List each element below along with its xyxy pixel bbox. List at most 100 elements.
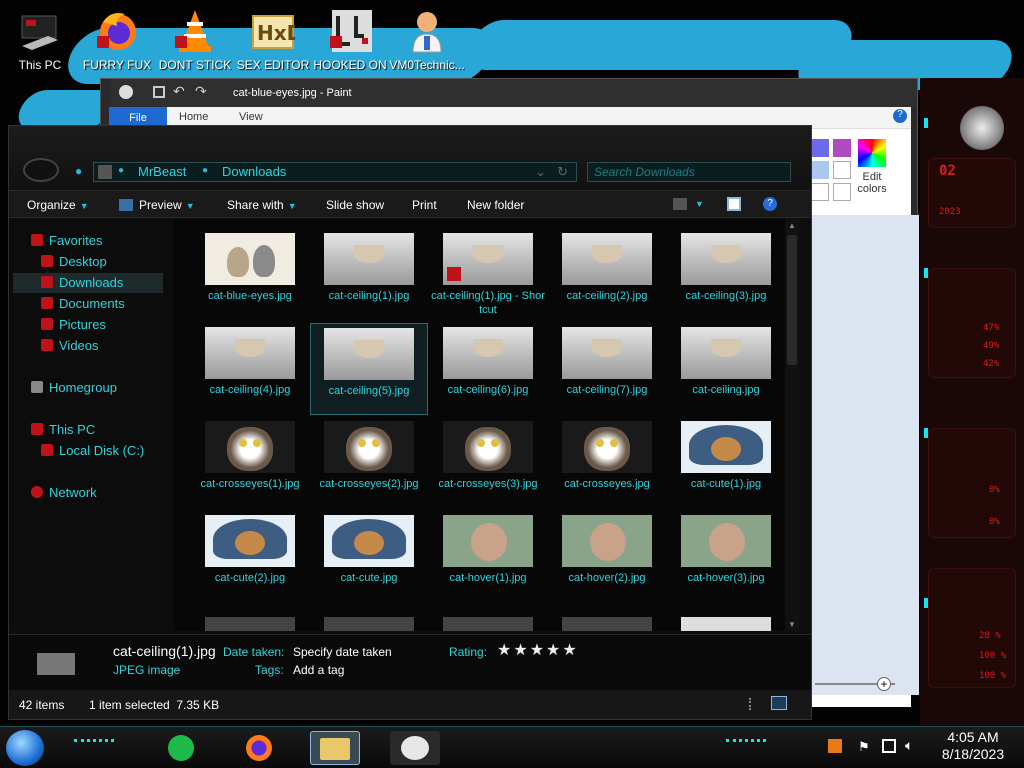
tray-app-icon[interactable] <box>828 739 842 753</box>
slide-show-button[interactable]: Slide show <box>326 198 384 212</box>
preview-pane-icon[interactable] <box>727 197 741 211</box>
file-tile[interactable]: cat-crosseyes.jpg <box>548 417 666 509</box>
file-tile[interactable]: cat-hover(2).jpg <box>548 511 666 603</box>
nav-documents[interactable]: Documents <box>41 296 125 311</box>
taskbar-app-paint[interactable] <box>390 731 440 765</box>
file-tile[interactable]: cat-ceiling(3).jpg <box>667 229 785 321</box>
file-list[interactable]: cat-blue-eyes.jpg cat-ceiling(1).jpg cat-c… <box>173 219 785 631</box>
vertical-scrollbar[interactable]: ▲ ▼ <box>785 219 799 631</box>
taskbar-app-notes[interactable] <box>158 731 204 765</box>
desktop-icon-this-pc[interactable]: This PC <box>2 4 78 72</box>
new-folder-button[interactable]: New folder <box>467 198 524 212</box>
desktop-icon-sex-editor[interactable]: HxD SEX EDITOR <box>235 4 311 72</box>
refresh-icon[interactable]: ↻ <box>557 164 568 180</box>
scrollbar-thumb[interactable] <box>787 235 797 365</box>
preview-button[interactable]: Preview ▼ <box>119 198 195 212</box>
nav-downloads[interactable]: Downloads <box>41 275 123 290</box>
edit-colors-button[interactable]: Edit colors <box>853 139 891 201</box>
desktop-icon-hooked-on[interactable]: HOOKED ON <box>312 4 388 72</box>
back-button[interactable] <box>23 158 59 182</box>
taskbar-app-firefox[interactable] <box>236 731 282 765</box>
scroll-up-icon[interactable]: ▲ <box>788 221 796 230</box>
file-tile[interactable]: cat-ceiling(5).jpg <box>310 323 428 415</box>
file-tile[interactable]: cat-hover(1).jpg <box>429 511 547 603</box>
help-icon[interactable]: ? <box>763 197 777 211</box>
details-view-icon[interactable] <box>749 698 753 710</box>
file-tile[interactable]: cat-ceiling.jpg <box>667 323 785 415</box>
nav-this-pc[interactable]: This PC <box>31 422 95 437</box>
color-swatch[interactable] <box>833 139 851 157</box>
file-tile[interactable]: cat-cute.jpg <box>310 511 428 603</box>
tags-field[interactable]: Add a tag <box>293 663 344 677</box>
file-tile-partial[interactable] <box>205 617 295 631</box>
file-tile-partial[interactable] <box>443 617 533 631</box>
file-tile[interactable]: cat-ceiling(1).jpg <box>310 229 428 321</box>
paint-tab-view[interactable]: View <box>239 111 263 123</box>
nav-desktop[interactable]: Desktop <box>41 254 107 269</box>
file-name: cat-crosseyes(3).jpg <box>438 478 538 490</box>
network-tray-icon[interactable] <box>882 739 896 753</box>
flag-icon[interactable]: ⚑ <box>858 739 870 755</box>
file-tile[interactable]: cat-ceiling(1).jpg - Shortcut <box>429 229 547 321</box>
undo-icon[interactable]: ↶ <box>173 83 185 100</box>
file-tile[interactable]: cat-cute(2).jpg <box>191 511 309 603</box>
print-button[interactable]: Print <box>412 198 437 212</box>
forward-dot-icon[interactable]: ● <box>75 164 82 178</box>
file-tile-partial[interactable] <box>681 617 771 631</box>
file-tile[interactable]: cat-ceiling(7).jpg <box>548 323 666 415</box>
color-swatch[interactable] <box>811 183 829 201</box>
paint-tab-home[interactable]: Home <box>179 111 208 123</box>
file-tile[interactable]: cat-hover(3).jpg <box>667 511 785 603</box>
zoom-in-icon[interactable]: + <box>877 677 891 691</box>
scroll-down-icon[interactable]: ▼ <box>788 620 796 629</box>
redo-icon[interactable]: ↷ <box>195 83 207 100</box>
address-bar[interactable]: ● MrBeast ● Downloads ⌄ ↻ <box>93 162 577 182</box>
file-tile[interactable]: cat-blue-eyes.jpg <box>191 229 309 321</box>
file-tile-partial[interactable] <box>324 617 414 631</box>
search-input[interactable]: Search Downloads <box>587 162 791 182</box>
breadcrumb-downloads[interactable]: Downloads <box>222 164 286 179</box>
image-thumbnail <box>443 233 533 285</box>
share-with-button[interactable]: Share with ▼ <box>227 198 297 212</box>
nav-favorites[interactable]: Favorites <box>31 233 102 248</box>
save-icon[interactable] <box>153 86 165 98</box>
file-tile[interactable]: cat-crosseyes(2).jpg <box>310 417 428 509</box>
chevron-down-icon[interactable]: ⌄ <box>535 164 546 180</box>
file-tile[interactable]: cat-ceiling(4).jpg <box>191 323 309 415</box>
nav-pictures[interactable]: Pictures <box>41 317 106 332</box>
volume-icon[interactable]: 🔈︎ <box>905 737 913 754</box>
large-icons-view-icon[interactable] <box>771 696 787 710</box>
explorer-window[interactable]: ● ● MrBeast ● Downloads ⌄ ↻ Search Downl… <box>8 125 812 720</box>
file-tile[interactable]: cat-crosseyes(3).jpg <box>429 417 547 509</box>
paint-titlebar[interactable]: ↶ ↷ cat-blue-eyes.jpg - Paint <box>111 79 917 107</box>
desktop-icon-furry-fux[interactable]: FURRY FUX <box>79 4 155 72</box>
desktop-icon-dont-stick[interactable]: DONT STICK <box>157 4 233 72</box>
file-tile-partial[interactable] <box>562 617 652 631</box>
nav-videos[interactable]: Videos <box>41 338 99 353</box>
nav-label: Documents <box>59 296 125 311</box>
explorer-titlebar[interactable]: ● ● MrBeast ● Downloads ⌄ ↻ Search Downl… <box>9 126 811 190</box>
file-tile[interactable]: cat-cute(1).jpg <box>667 417 785 509</box>
taskbar-app-explorer[interactable] <box>310 731 360 765</box>
color-swatch[interactable] <box>833 183 851 201</box>
color-swatch[interactable] <box>811 161 829 179</box>
start-button[interactable] <box>6 730 44 766</box>
nav-network[interactable]: Network <box>31 485 97 500</box>
organize-button[interactable]: Organize ▼ <box>27 198 89 212</box>
chevron-down-icon[interactable]: ▼ <box>695 199 704 209</box>
nav-local-disk[interactable]: Local Disk (C:) <box>41 443 144 458</box>
help-icon[interactable]: ? <box>893 109 907 123</box>
clock[interactable]: 4:05 AM 8/18/2023 <box>926 729 1020 763</box>
breadcrumb-mrbeast[interactable]: MrBeast <box>138 164 186 179</box>
file-tile[interactable]: cat-ceiling(2).jpg <box>548 229 666 321</box>
color-swatch[interactable] <box>811 139 829 157</box>
desktop-icon-vm0technic[interactable]: VM0Technic... <box>389 4 465 72</box>
date-taken-field[interactable]: Specify date taken <box>293 645 392 659</box>
nav-homegroup[interactable]: Homegroup <box>31 380 117 395</box>
view-options-icon[interactable] <box>673 198 687 210</box>
color-swatch[interactable] <box>833 161 851 179</box>
rating-stars[interactable]: ★★★★★ <box>497 640 579 660</box>
file-tile[interactable]: cat-crosseyes(1).jpg <box>191 417 309 509</box>
file-tile[interactable]: cat-ceiling(6).jpg <box>429 323 547 415</box>
network-icon <box>31 486 43 498</box>
